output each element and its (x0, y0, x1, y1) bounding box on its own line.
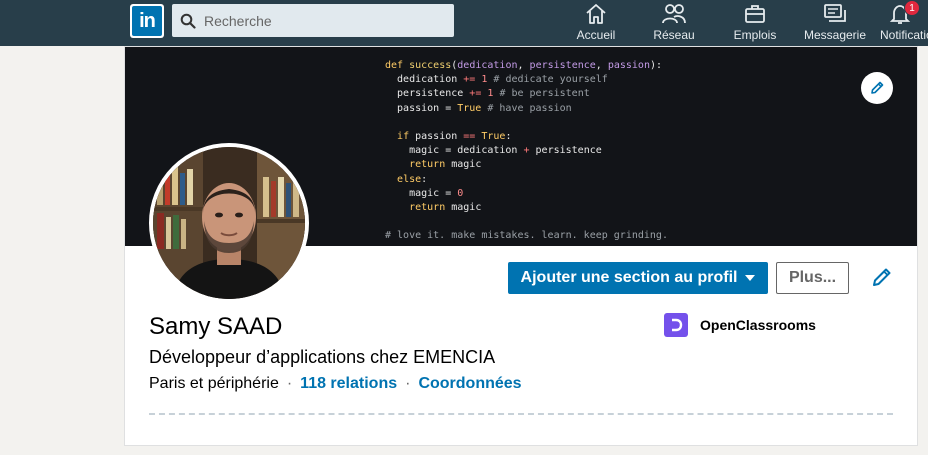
code-line: if passion == True: (397, 131, 512, 143)
pencil-icon (871, 81, 884, 94)
nav-label-network: Réseau (653, 28, 695, 42)
briefcase-icon (745, 5, 765, 23)
separator-dot: · (405, 375, 411, 392)
profile-card: def success(dedication, persistence, pas… (124, 46, 918, 446)
code-line: passion = True # have passion (385, 102, 572, 114)
contact-info-link[interactable]: Coordonnées (418, 375, 521, 393)
company-logo (664, 313, 688, 337)
home-icon (586, 4, 606, 24)
nav-item-network[interactable]: Réseau (652, 0, 696, 46)
network-icon (662, 4, 686, 24)
nav-label-jobs: Emplois (733, 28, 777, 42)
profile-location: Paris et périphérie (149, 375, 279, 392)
code-line: dedication += 1 # dedicate yourself (385, 74, 608, 86)
more-button[interactable]: Plus... (776, 262, 849, 294)
edit-banner-button[interactable] (861, 72, 893, 104)
search-box[interactable] (172, 4, 454, 37)
profile-name: Samy SAAD (149, 313, 283, 340)
notification-badge: 1 (904, 0, 920, 16)
section-divider (149, 413, 893, 455)
search-input[interactable] (202, 11, 446, 30)
nav-label-notifications: Notifications (880, 28, 928, 42)
add-profile-section-label: Ajouter une section au profil (520, 269, 738, 286)
nav-item-home[interactable]: Accueil (576, 0, 616, 46)
nav-item-messaging[interactable]: Messagerie (804, 0, 866, 46)
current-company[interactable]: OpenClassrooms (664, 313, 816, 337)
code-line: return magic (409, 159, 482, 171)
code-line: magic = dedication + persistence (385, 145, 602, 157)
code-line: else: (397, 173, 428, 185)
messaging-icon (824, 4, 846, 22)
code-line: persistence += 1 # be persistent (385, 88, 590, 100)
pencil-icon (873, 268, 891, 286)
edit-profile-button[interactable] (870, 265, 894, 289)
profile-photo[interactable] (149, 143, 309, 303)
company-name: OpenClassrooms (700, 317, 816, 333)
profile-meta-row: Paris et périphérie · 118 relations · Co… (149, 375, 522, 393)
top-nav-bar: in Accueil Réseau (0, 0, 928, 46)
openclassrooms-logo-icon (672, 318, 683, 332)
banner-code: def success(dedication, persistence, pas… (385, 59, 668, 244)
profile-photo-image (153, 147, 305, 299)
code-line: def success(dedication, persistence, pas… (385, 60, 663, 71)
connections-link[interactable]: 118 relations (300, 375, 397, 393)
code-line: # love it. make mistakes. learn. keep gr… (385, 230, 668, 242)
caret-down-icon (745, 275, 756, 281)
search-icon (180, 13, 196, 29)
separator-dot: · (286, 375, 293, 392)
nav-label-messaging: Messagerie (803, 28, 867, 42)
profile-headline: Développeur d’applications chez EMENCIA (149, 347, 496, 367)
code-line: magic = 0 (385, 187, 464, 199)
code-line: return magic (409, 202, 482, 214)
nav-item-notifications[interactable]: 1 Notifications (880, 0, 928, 46)
linkedin-logo[interactable]: in (130, 4, 164, 38)
nav-label-home: Accueil (576, 28, 616, 42)
nav-item-jobs[interactable]: Emplois (733, 0, 777, 46)
add-profile-section-button[interactable]: Ajouter une section au profil (508, 262, 768, 294)
logo-text: in (132, 6, 162, 36)
